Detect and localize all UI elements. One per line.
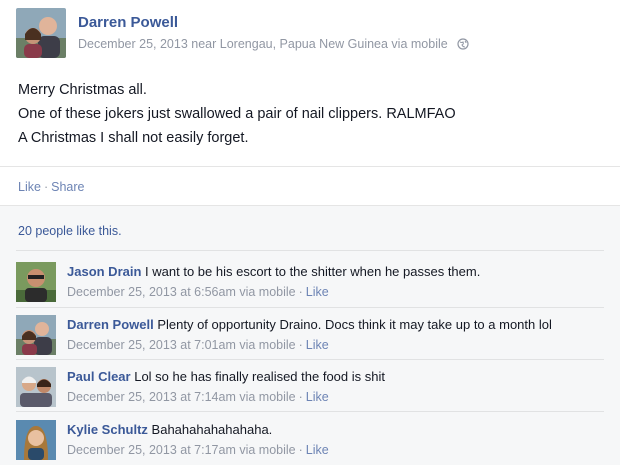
commenter-avatar[interactable] bbox=[16, 262, 56, 302]
comment-item: Kylie Schultz Bahahahahahahaha. December… bbox=[16, 420, 616, 466]
comment-time[interactable]: December 25, 2013 at 7:01am via mobile bbox=[67, 338, 296, 352]
separator-dot: · bbox=[298, 285, 303, 299]
likes-count[interactable]: 20 people like this. bbox=[18, 224, 122, 238]
comment-time[interactable]: December 25, 2013 at 7:17am via mobile bbox=[67, 443, 296, 457]
comment-separator bbox=[16, 307, 604, 308]
comment-text: I want to be his escort to the shitter w… bbox=[145, 264, 481, 279]
comment-line: Kylie Schultz Bahahahahahahaha. bbox=[67, 422, 272, 437]
comment-meta: December 25, 2013 at 7:14am via mobile · L… bbox=[67, 390, 329, 404]
separator-dot: · bbox=[43, 180, 49, 194]
comment-text: Lol so he has finally realised the food … bbox=[134, 369, 385, 384]
share-link[interactable]: Share bbox=[51, 180, 84, 194]
comment-item: Paul Clear Lol so he has finally realise… bbox=[16, 367, 616, 413]
comment-time[interactable]: December 25, 2013 at 7:14am via mobile bbox=[67, 390, 296, 404]
comment-time[interactable]: December 25, 2013 at 6:56am via mobile bbox=[67, 285, 296, 299]
author-name[interactable]: Darren Powell bbox=[78, 14, 178, 31]
post-line: One of these jokers just swallowed a pai… bbox=[18, 106, 456, 122]
comment-like-link[interactable]: Like bbox=[306, 285, 329, 299]
post-actions: Like · Share bbox=[18, 180, 84, 194]
commenter-avatar[interactable] bbox=[16, 315, 56, 355]
comment-separator bbox=[16, 411, 604, 412]
commenter-avatar[interactable] bbox=[16, 420, 56, 460]
comment-text: Bahahahahahahaha. bbox=[151, 422, 273, 437]
comment-line: Darren Powell Plenty of opportunity Drai… bbox=[67, 317, 552, 332]
author-avatar[interactable] bbox=[16, 8, 66, 58]
post-date[interactable]: December 25, 2013 bbox=[78, 37, 188, 51]
globe-icon[interactable] bbox=[457, 38, 469, 53]
comment-author[interactable]: Jason Drain bbox=[67, 264, 141, 279]
comment-item: Jason Drain I want to be his escort to t… bbox=[16, 262, 616, 308]
comment-separator bbox=[16, 250, 604, 251]
comment-line: Jason Drain I want to be his escort to t… bbox=[67, 264, 480, 279]
comment-line: Paul Clear Lol so he has finally realise… bbox=[67, 369, 385, 384]
like-link[interactable]: Like bbox=[18, 180, 41, 194]
separator-dot: · bbox=[298, 390, 303, 404]
divider bbox=[0, 166, 620, 167]
comment-author[interactable]: Paul Clear bbox=[67, 369, 131, 384]
comment-meta: December 25, 2013 at 7:01am via mobile · L… bbox=[67, 338, 329, 352]
commenter-avatar[interactable] bbox=[16, 367, 56, 407]
comment-meta: December 25, 2013 at 7:17am via mobile · L… bbox=[67, 443, 329, 457]
post-text: Merry Christmas all. One of these jokers… bbox=[18, 78, 608, 150]
comment-author[interactable]: Darren Powell bbox=[67, 317, 154, 332]
comment-meta: December 25, 2013 at 6:56am via mobile · L… bbox=[67, 285, 329, 299]
comment-item: Darren Powell Plenty of opportunity Drai… bbox=[16, 315, 616, 361]
comment-like-link[interactable]: Like bbox=[306, 390, 329, 404]
post-line: Merry Christmas all. bbox=[18, 82, 147, 98]
post-header: Darren Powell December 25, 2013 near Lor… bbox=[16, 8, 616, 60]
separator-dot: · bbox=[298, 338, 303, 352]
comment-author[interactable]: Kylie Schultz bbox=[67, 422, 148, 437]
comment-like-link[interactable]: Like bbox=[306, 338, 329, 352]
comment-like-link[interactable]: Like bbox=[306, 443, 329, 457]
post-location: near Lorengau, Papua New Guinea via mobi… bbox=[191, 37, 448, 51]
post-meta: December 25, 2013 near Lorengau, Papua N… bbox=[78, 37, 469, 53]
separator-dot: · bbox=[298, 443, 303, 457]
comment-text: Plenty of opportunity Draino. Docs think… bbox=[157, 317, 552, 332]
comment-separator bbox=[16, 359, 604, 360]
post-line: A Christmas I shall not easily forget. bbox=[18, 130, 249, 146]
divider bbox=[0, 205, 620, 206]
